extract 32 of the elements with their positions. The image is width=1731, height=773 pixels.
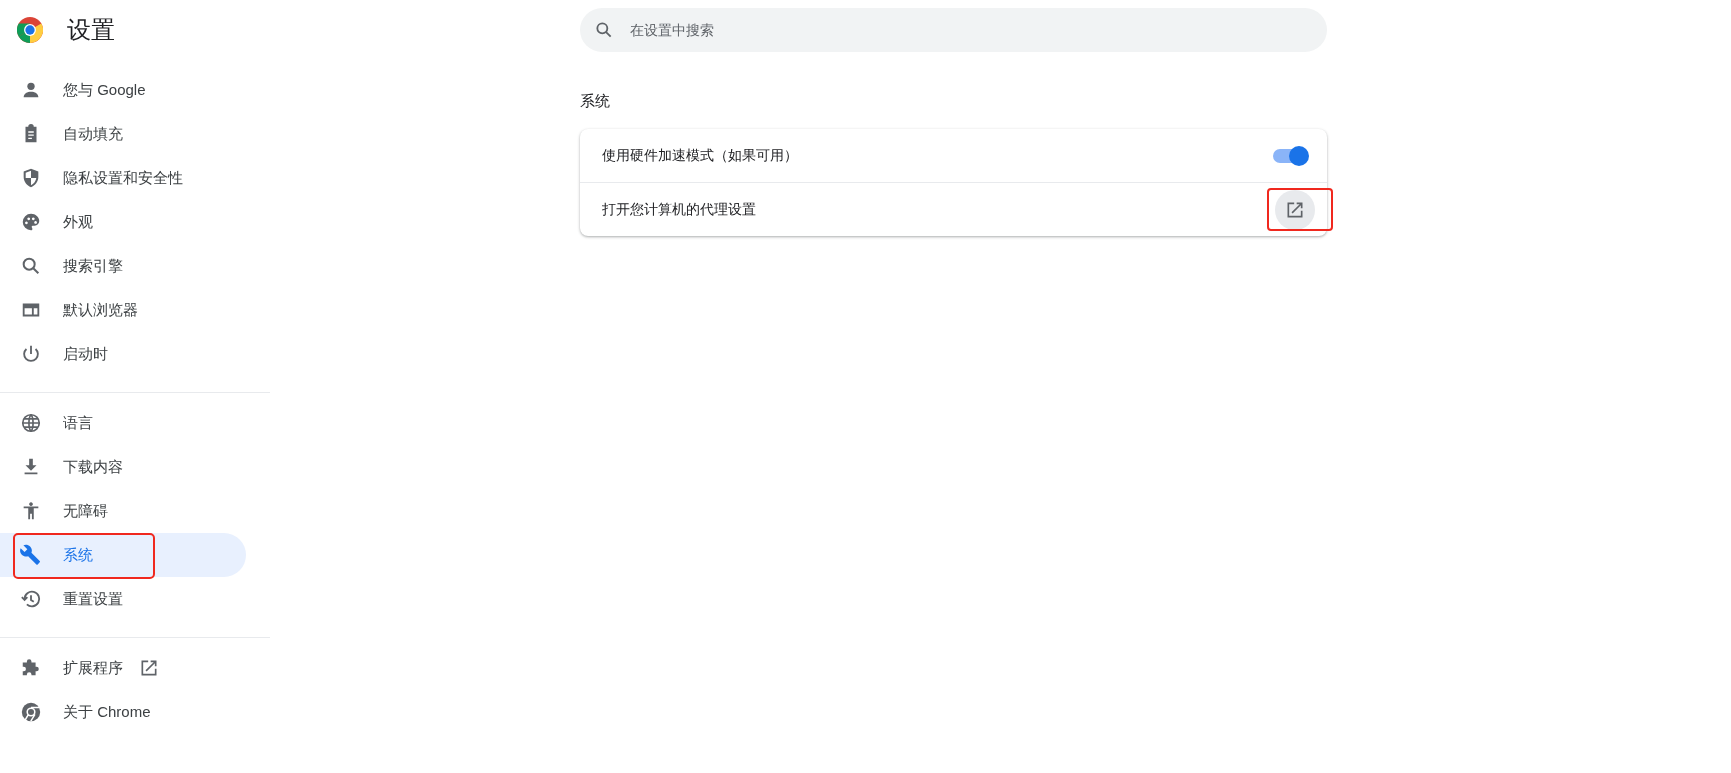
palette-icon (20, 211, 42, 233)
sidebar-item[interactable]: 外观 (0, 200, 246, 244)
sidebar-item[interactable]: 重置设置 (0, 577, 246, 621)
toggle-switch[interactable] (1273, 148, 1307, 163)
sidebar-item[interactable]: 语言 (0, 401, 246, 445)
sidebar-item[interactable]: 关于 Chrome (0, 690, 246, 734)
sidebar-item[interactable]: 下载内容 (0, 445, 246, 489)
page-title: 设置 (67, 15, 115, 45)
sidebar-item[interactable]: 无障碍 (0, 489, 246, 533)
sidebar-item[interactable]: 自动填充 (0, 112, 246, 156)
sidebar-item[interactable]: 启动时 (0, 332, 246, 376)
sidebar-item[interactable]: 搜索引擎 (0, 244, 246, 288)
external-link-button[interactable] (1275, 189, 1315, 230)
search-field[interactable]: 在设置中搜索 (580, 8, 1327, 52)
browser-logo-icon (17, 17, 43, 43)
search-icon (594, 20, 614, 40)
sidebar-item[interactable]: 默认浏览器 (0, 288, 246, 332)
sidebar-item[interactable]: 扩展程序 (0, 646, 246, 690)
history-icon (20, 588, 42, 610)
external-link-icon (139, 658, 159, 678)
section-title: 系统 (580, 92, 611, 111)
globe-icon (20, 412, 42, 434)
sidebar-item[interactable]: 隐私设置和安全性 (0, 156, 246, 200)
chrome-icon (20, 701, 42, 723)
power-icon (20, 343, 42, 365)
wrench-icon (20, 544, 42, 566)
setting-label: 使用硬件加速模式（如果可用） (602, 146, 798, 165)
sidebar-item[interactable]: 您与 Google (0, 68, 246, 112)
setting-label: 打开您计算机的代理设置 (602, 200, 756, 219)
annotation-frame (1267, 188, 1333, 231)
search-icon (20, 255, 42, 277)
sidebar-item[interactable]: 系统 (0, 533, 246, 577)
